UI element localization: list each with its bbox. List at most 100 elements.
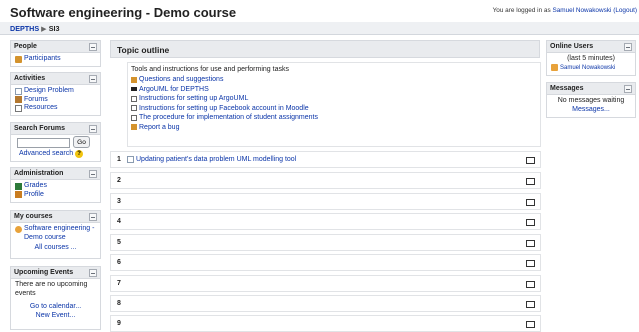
show-only-topic-icon[interactable]: [526, 219, 535, 226]
show-only-topic-icon[interactable]: [526, 281, 535, 288]
topic-section: 8: [110, 295, 541, 312]
people-block: People Participants: [10, 40, 101, 67]
section-number: 8: [117, 300, 121, 307]
forum-icon: [15, 96, 22, 104]
activity-link[interactable]: ArgoUML for DEPTHS: [139, 86, 209, 93]
show-only-topic-icon[interactable]: [526, 157, 535, 164]
section-number: 1: [117, 156, 121, 163]
course-icon: [15, 226, 22, 233]
section-number: 7: [117, 280, 121, 287]
topic-0-summary: Tools and instructions for use and perfo…: [131, 66, 289, 73]
section-activity-link[interactable]: Updating patient's data problem UML mode…: [136, 156, 296, 163]
breadcrumb: DEPTHS ▶ SI3: [10, 24, 59, 33]
online-period: (last 5 minutes): [567, 55, 615, 62]
collapse-icon[interactable]: [89, 213, 97, 221]
profile-icon: [15, 191, 22, 199]
assignment-icon: [127, 156, 134, 163]
navbar: DEPTHS ▶ SI3: [0, 22, 639, 35]
breadcrumb-separator: ▶: [41, 24, 47, 33]
show-only-topic-icon[interactable]: [526, 321, 535, 328]
admin-grades-link[interactable]: Grades: [24, 182, 47, 191]
label-icon: [131, 87, 137, 92]
collapse-icon[interactable]: [624, 85, 632, 93]
resource-icon: [15, 104, 22, 112]
topic-section: 6: [110, 254, 541, 271]
grades-icon: [15, 182, 22, 190]
messages-block: Messages No messages waiting Messages...: [546, 82, 636, 118]
section-number: 5: [117, 239, 121, 246]
collapse-icon[interactable]: [89, 75, 97, 83]
activities-title: Activities: [14, 74, 46, 82]
search-go-button[interactable]: Go: [73, 136, 90, 148]
topic-section: 1 Updating patient's data problem UML mo…: [110, 151, 541, 168]
collapse-icon[interactable]: [624, 43, 632, 51]
section-number: 4: [117, 218, 121, 225]
advanced-search-link[interactable]: Advanced search: [19, 150, 73, 157]
administration-title: Administration: [14, 169, 64, 177]
design-problem-icon: [15, 87, 22, 95]
logout-link[interactable]: (Logout): [613, 7, 637, 14]
page-title: Software engineering - Demo course: [10, 5, 237, 20]
activity-link[interactable]: Instructions for setting up Facebook acc…: [139, 105, 309, 112]
collapse-icon[interactable]: [89, 125, 97, 133]
topic-section: 9: [110, 315, 541, 332]
questionnaire-icon: [131, 76, 137, 83]
login-info: You are logged in as Samuel Nowakowski (…: [493, 7, 637, 14]
activity-link[interactable]: Instructions for setting up ArgoUML: [139, 95, 248, 102]
search-input[interactable]: [17, 138, 70, 148]
activity-link[interactable]: Report a bug: [139, 124, 179, 131]
section-number: 9: [117, 320, 121, 327]
topic-section: 4: [110, 213, 541, 230]
online-users-title: Online Users: [550, 42, 594, 50]
no-messages-text: No messages waiting: [557, 97, 625, 104]
collapse-icon[interactable]: [89, 43, 97, 51]
activity-forums[interactable]: Forums: [24, 96, 48, 105]
upcoming-events-title: Upcoming Events: [14, 268, 74, 276]
document-icon: [131, 95, 137, 102]
topic-outline-title: Topic outline: [117, 44, 170, 55]
activity-resources[interactable]: Resources: [24, 104, 57, 113]
people-title: People: [14, 42, 37, 50]
calendar-link[interactable]: Go to calendar...: [30, 303, 81, 310]
activity-link[interactable]: Questions and suggestions: [139, 76, 223, 83]
administration-block: Administration Grades Profile: [10, 167, 101, 203]
topic-outline-header: Topic outline: [110, 40, 540, 58]
online-user-link[interactable]: Samuel Nowakowski: [560, 64, 615, 73]
section-number: 3: [117, 198, 121, 205]
user-link[interactable]: Samuel Nowakowski: [552, 7, 611, 14]
activities-block: Activities Design Problem Forums Resourc…: [10, 72, 101, 116]
my-courses-title: My courses: [14, 212, 53, 220]
topic-0-section: Tools and instructions for use and perfo…: [127, 62, 541, 147]
show-only-topic-icon[interactable]: [526, 240, 535, 247]
activity-link[interactable]: The procedure for implementation of stud…: [139, 114, 318, 121]
show-only-topic-icon[interactable]: [526, 301, 535, 308]
search-forums-block: Search Forums Go Advanced search?: [10, 122, 101, 162]
admin-profile-link[interactable]: Profile: [24, 191, 44, 200]
help-icon[interactable]: ?: [75, 150, 84, 158]
topic-section: 2: [110, 172, 541, 189]
topic-section: 3: [110, 193, 541, 210]
user-icon: [551, 64, 558, 72]
all-courses-link[interactable]: All courses ...: [34, 244, 76, 251]
show-only-topic-icon[interactable]: [526, 199, 535, 206]
login-prefix: You are logged in as: [492, 7, 553, 14]
section-number: 2: [117, 177, 121, 184]
document-icon: [131, 114, 137, 121]
no-events-text: There are no upcoming events: [15, 281, 88, 297]
section-number: 6: [117, 259, 121, 266]
activity-design-problem[interactable]: Design Problem: [24, 87, 74, 96]
show-only-topic-icon[interactable]: [526, 260, 535, 267]
messages-link[interactable]: Messages...: [572, 106, 610, 113]
breadcrumb-home[interactable]: DEPTHS: [10, 24, 39, 33]
document-icon: [131, 105, 137, 112]
online-users-block: Online Users (last 5 minutes) Samuel Now…: [546, 40, 636, 76]
show-only-topic-icon[interactable]: [526, 178, 535, 185]
bug-report-icon: [131, 124, 137, 131]
topic-section: 5: [110, 234, 541, 251]
search-forums-title: Search Forums: [14, 124, 65, 132]
new-event-link[interactable]: New Event...: [36, 312, 76, 319]
my-course-link[interactable]: Software engineering - Demo course: [24, 225, 96, 242]
collapse-icon[interactable]: [89, 269, 97, 277]
participants-link[interactable]: Participants: [24, 55, 61, 64]
collapse-icon[interactable]: [89, 170, 97, 178]
